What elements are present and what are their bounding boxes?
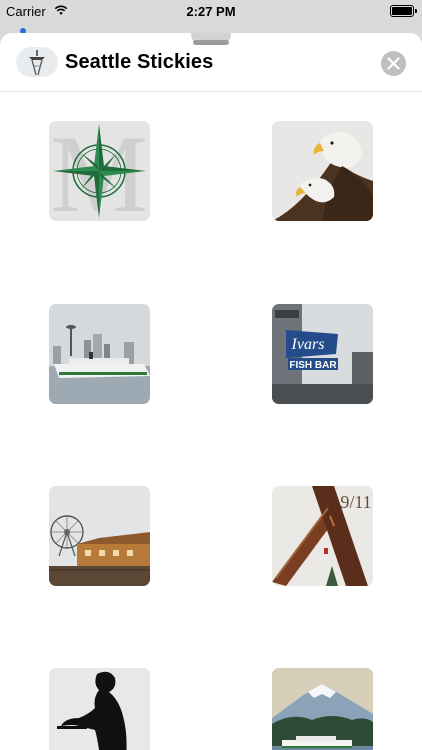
space-needle-icon[interactable]	[16, 47, 58, 77]
sticker-bald-eagles[interactable]	[272, 121, 373, 221]
clock-time: 2:27 PM	[186, 4, 236, 19]
sticker-ferry-skyline[interactable]	[49, 304, 150, 404]
sticker-mount-rainier-ferry[interactable]	[272, 668, 373, 750]
sticker-ivars-fish-bar[interactable]: Ivars FISH BAR	[272, 304, 373, 404]
sticker-great-wheel-waterfront[interactable]	[49, 486, 150, 586]
sticker-caption-911: 9/11	[340, 492, 371, 512]
app-title: Seattle Stickies	[65, 51, 214, 73]
battery-icon	[390, 5, 417, 17]
sheet-grabber-handle[interactable]	[193, 40, 229, 45]
sticker-sign-fish-bar: FISH BAR	[289, 360, 337, 371]
sticker-sheet: Seattle Stickies M	[0, 33, 422, 750]
sticker-911-memorial[interactable]: 9/11	[272, 486, 373, 586]
close-icon	[387, 57, 400, 70]
sticker-sign-ivars: Ivars	[291, 336, 325, 353]
sticker-compass-monogram[interactable]: M	[49, 121, 150, 221]
close-button[interactable]	[381, 51, 406, 76]
sticker-silhouette-sculpture[interactable]	[49, 668, 150, 750]
status-bar: Carrier 2:27 PM	[0, 0, 422, 22]
